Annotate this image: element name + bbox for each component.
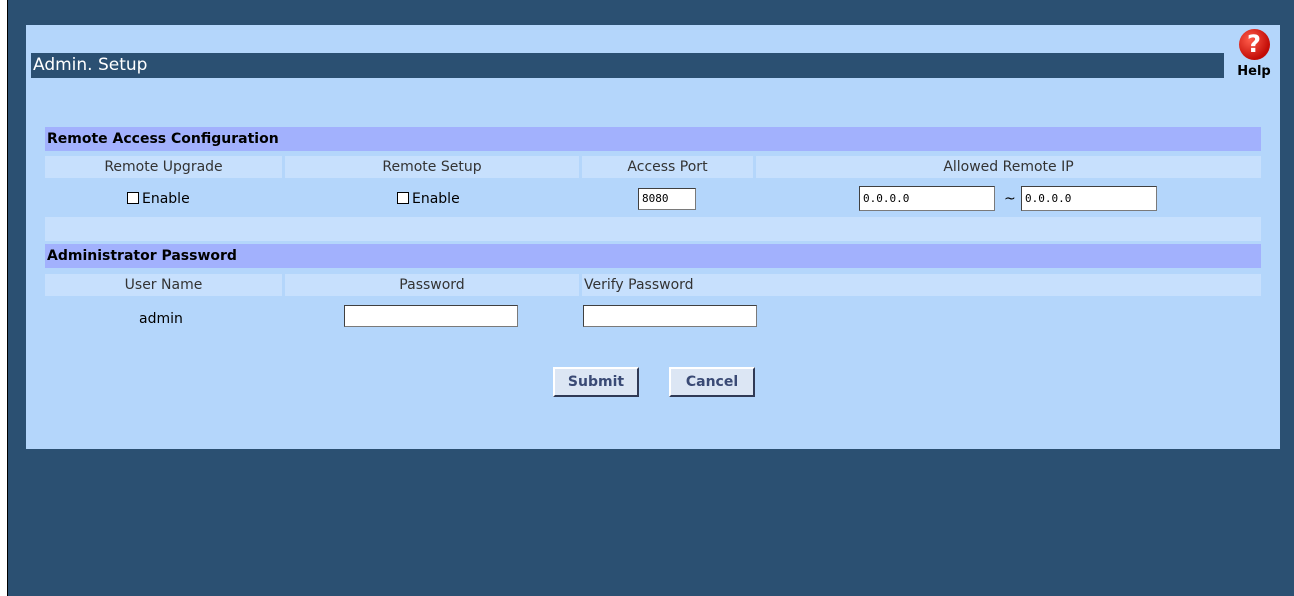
help-label: Help [1237,64,1271,79]
allowed-ip-end-input[interactable]: 0.0.0.0 [1021,186,1157,211]
section-spacer [45,217,1261,241]
column-header-user-name: User Name [45,274,282,296]
column-header-remote-upgrade: Remote Upgrade [45,156,282,178]
remote-upgrade-checkbox[interactable] [127,192,139,204]
password-input[interactable] [344,305,518,327]
help-button[interactable]: ? Help [1232,29,1276,99]
help-icon: ? [1238,29,1270,60]
remote-access-section-title: Remote Access Configuration [45,127,1261,151]
remote-setup-option[interactable]: Enable [397,188,460,210]
ip-range-separator: ~ [1004,191,1016,207]
admin-password-section-title: Administrator Password [45,244,1261,268]
column-header-password: Password [285,274,579,296]
column-header-verify-password: Verify Password [582,274,1261,296]
cancel-button[interactable]: Cancel [669,367,755,397]
access-port-input[interactable]: 8080 [638,188,696,210]
admin-setup-panel: Admin. Setup ? Help Remote Access Config… [26,25,1280,449]
column-header-allowed-remote-ip: Allowed Remote IP [756,156,1261,178]
allowed-ip-start-input[interactable]: 0.0.0.0 [859,186,995,211]
remote-upgrade-label: Enable [142,191,190,207]
submit-button[interactable]: Submit [553,367,639,397]
remote-setup-label: Enable [412,191,460,207]
window-left-edge [0,0,8,596]
page-title: Admin. Setup [31,53,1224,78]
column-header-access-port: Access Port [582,156,753,178]
user-name-value: admin [139,311,183,327]
column-header-remote-setup: Remote Setup [285,156,579,178]
remote-setup-checkbox[interactable] [397,192,409,204]
remote-upgrade-option[interactable]: Enable [127,188,190,210]
verify-password-input[interactable] [583,305,757,327]
